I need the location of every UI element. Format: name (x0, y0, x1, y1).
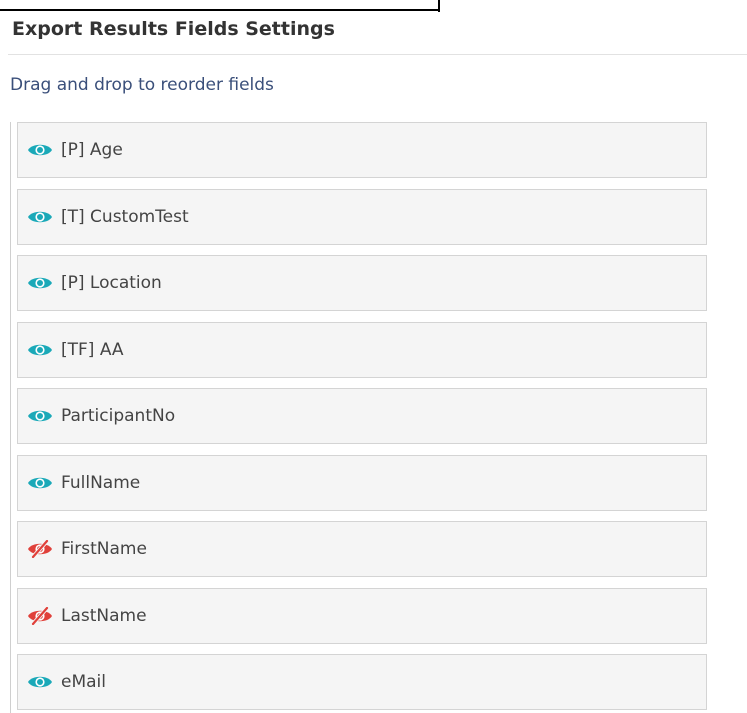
field-row[interactable]: FirstName (17, 521, 707, 577)
clipped-divider (438, 0, 440, 12)
field-row[interactable]: ParticipantNo (17, 388, 707, 444)
clipped-rule (0, 9, 440, 11)
eye-icon[interactable] (27, 474, 53, 492)
left-guide-line (10, 122, 11, 713)
field-label: LastName (61, 605, 147, 626)
field-label: eMail (61, 672, 106, 692)
field-label: [T] CustomTest (61, 206, 189, 227)
eye-slash-icon[interactable] (27, 540, 53, 558)
eye-icon[interactable] (27, 673, 53, 691)
eye-icon[interactable] (27, 208, 53, 226)
field-label: [TF] AA (61, 339, 124, 360)
reorder-hint: Drag and drop to reorder fields (10, 75, 274, 95)
field-label: [P] Age (61, 140, 123, 160)
field-label: ParticipantNo (61, 406, 176, 426)
field-row[interactable]: [P] Location (17, 255, 707, 311)
eye-icon[interactable] (27, 407, 53, 425)
field-row[interactable]: FullName (17, 454, 707, 511)
eye-icon[interactable] (27, 341, 53, 359)
eye-slash-icon[interactable] (27, 606, 53, 625)
field-row[interactable]: [P] Age (17, 122, 707, 178)
field-label: FirstName (61, 539, 147, 559)
title-divider (8, 54, 747, 55)
field-list: [P] Age [T] CustomTest [P] Location [TF] AA… (17, 122, 707, 710)
eye-icon[interactable] (27, 274, 53, 292)
field-row[interactable]: eMail (17, 654, 707, 710)
field-label: [P] Location (61, 273, 162, 293)
panel-title: Export Results Fields Settings (12, 18, 335, 40)
clipped-header-fragment (0, 0, 747, 12)
export-fields-settings-panel: Export Results Fields Settings Drag and … (0, 12, 747, 713)
field-row[interactable]: [TF] AA (17, 321, 707, 378)
field-row[interactable]: LastName (17, 587, 707, 644)
eye-icon[interactable] (27, 141, 53, 159)
field-label: FullName (61, 472, 141, 493)
field-row[interactable]: [T] CustomTest (17, 188, 707, 245)
